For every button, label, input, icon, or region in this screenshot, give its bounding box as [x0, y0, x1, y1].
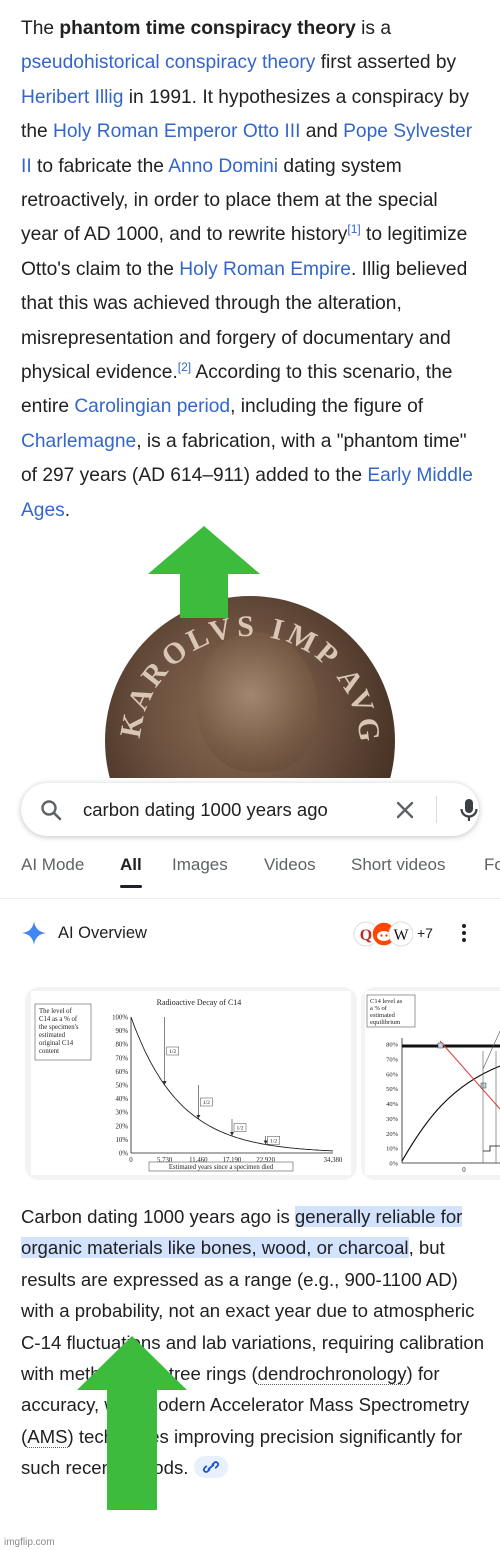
y-tick-label: 0%: [119, 1151, 128, 1158]
text: , including the figure of: [230, 396, 423, 417]
link-heribert-illig[interactable]: Heribert Illig: [21, 87, 123, 108]
coin-legend-text: KAROLVS IMP AVG: [114, 610, 387, 747]
y-tick-label: 40%: [116, 1096, 129, 1103]
green-up-arrow-icon: [148, 526, 260, 618]
tab-all[interactable]: All: [120, 852, 142, 884]
term-dendrochronology[interactable]: dendrochronology: [258, 1363, 407, 1385]
link-carolingian-period[interactable]: Carolingian period: [74, 396, 230, 417]
c14-equilibrium-chart-card[interactable]: C14 level as a % of estimated equilibriu…: [361, 987, 500, 1180]
search-input[interactable]: carbon dating 1000 years ago: [83, 783, 373, 836]
y-tick-label: 80%: [116, 1042, 129, 1049]
link-otto-iii[interactable]: Holy Roman Emperor Otto III: [53, 121, 300, 142]
ai-overview-header: AI Overview Q W +7: [21, 920, 481, 948]
text: first asserted by: [315, 52, 456, 73]
close-icon[interactable]: [393, 798, 417, 822]
y-tick-label: 10%: [116, 1137, 129, 1144]
tab-ai-mode[interactable]: AI Mode: [21, 852, 84, 884]
text: to fabricate the: [32, 156, 169, 177]
search-icon[interactable]: [39, 798, 63, 822]
text: The: [21, 18, 59, 39]
term-ams[interactable]: AMS: [27, 1426, 67, 1448]
annotation-label: 1/2: [270, 1138, 277, 1144]
source-count[interactable]: +7: [417, 920, 433, 946]
green-up-arrow-icon: [77, 1336, 187, 1510]
y-tick-label: 40%: [386, 1101, 399, 1108]
svg-text:Q: Q: [360, 927, 372, 944]
reference-1[interactable]: [1]: [347, 222, 360, 236]
c14-equilibrium-chart: C14 level as a % of estimated equilibriu…: [365, 991, 500, 1175]
divider: [0, 898, 500, 899]
y-tick-label: 20%: [386, 1131, 399, 1138]
y-tick-label: 50%: [116, 1083, 129, 1090]
annotation-label: 1/2: [169, 1049, 176, 1055]
google-search-page: carbon dating 1000 years ago AI Mode All…: [0, 778, 500, 1550]
link-charlemagne[interactable]: Charlemagne: [21, 431, 136, 452]
more-vert-icon[interactable]: [462, 924, 466, 942]
tab-short-videos[interactable]: Short videos: [351, 852, 446, 884]
coin: KAROLVS IMP AVG: [105, 596, 395, 778]
y-tick-label: 50%: [386, 1086, 399, 1093]
y-tick-label: 60%: [386, 1071, 399, 1078]
search-bar[interactable]: carbon dating 1000 years ago: [21, 783, 479, 836]
article-title-bold: phantom time conspiracy theory: [59, 18, 355, 39]
y-tick-label: 80%: [386, 1042, 399, 1049]
source-link-chip[interactable]: [194, 1456, 228, 1478]
x-tick-label: 0: [462, 1167, 466, 1174]
annotation-label: 1/2: [203, 1100, 210, 1106]
x-tick-label: 34,380: [324, 1157, 343, 1164]
annotation-label: 1/2: [236, 1126, 243, 1132]
y-tick-label: 70%: [386, 1056, 399, 1063]
y-tick-label: 60%: [116, 1069, 129, 1076]
search-tabs: AI Mode All Images Videos Short videos F…: [0, 852, 500, 892]
wikipedia-paragraph: The phantom time conspiracy theory is a …: [0, 0, 500, 590]
link-anno-domini[interactable]: Anno Domini: [168, 156, 278, 177]
link-icon: [194, 1456, 228, 1478]
chart-title: Radioactive Decay of C14: [157, 998, 242, 1007]
text: Carbon dating 1000 years ago is: [21, 1206, 295, 1227]
tab-more[interactable]: Fo: [484, 852, 500, 884]
link-holy-roman-empire[interactable]: Holy Roman Empire: [179, 259, 351, 280]
text: is a: [356, 18, 391, 39]
microphone-icon[interactable]: [457, 797, 481, 823]
y-tick-label: 0%: [389, 1161, 398, 1168]
charlemagne-coin-image: KAROLVS IMP AVG: [100, 596, 400, 778]
watermark: imgflip.com: [4, 1537, 55, 1548]
y-tick-label: 90%: [116, 1028, 129, 1035]
y-tick-label: 70%: [116, 1055, 129, 1062]
c14-decay-chart-card[interactable]: Radioactive Decay of C14 The level of C1…: [25, 987, 357, 1180]
reference-2[interactable]: [2]: [178, 360, 191, 374]
chart-xlabel: Estimated years since a specimen died: [169, 1164, 274, 1171]
gemini-sparkle-icon: [21, 920, 47, 946]
y-tick-label: 20%: [116, 1123, 129, 1130]
link-pseudohistorical[interactable]: pseudohistorical conspiracy theory: [21, 52, 315, 73]
y-tick-label: 30%: [116, 1110, 129, 1117]
c14-decay-chart: Radioactive Decay of C14 The level of C1…: [31, 991, 351, 1175]
svg-text:KAROLVS IMP AVG: KAROLVS IMP AVG: [114, 610, 387, 747]
tab-videos[interactable]: Videos: [264, 852, 316, 884]
divider: [436, 796, 437, 823]
coin-legend: KAROLVS IMP AVG: [105, 596, 395, 778]
y-tick-label: 10%: [386, 1146, 399, 1153]
x-tick-label: 0: [129, 1157, 133, 1164]
ai-overview-title: AI Overview: [58, 920, 147, 946]
y-tick-label: 30%: [386, 1116, 399, 1123]
wikipedia-icon: W: [389, 922, 413, 946]
text: .: [65, 500, 70, 521]
svg-text:W: W: [393, 927, 409, 944]
tab-images[interactable]: Images: [172, 852, 228, 884]
text: and: [300, 121, 343, 142]
y-tick-label: 100%: [112, 1015, 128, 1022]
source-icons[interactable]: Q W: [353, 921, 413, 947]
